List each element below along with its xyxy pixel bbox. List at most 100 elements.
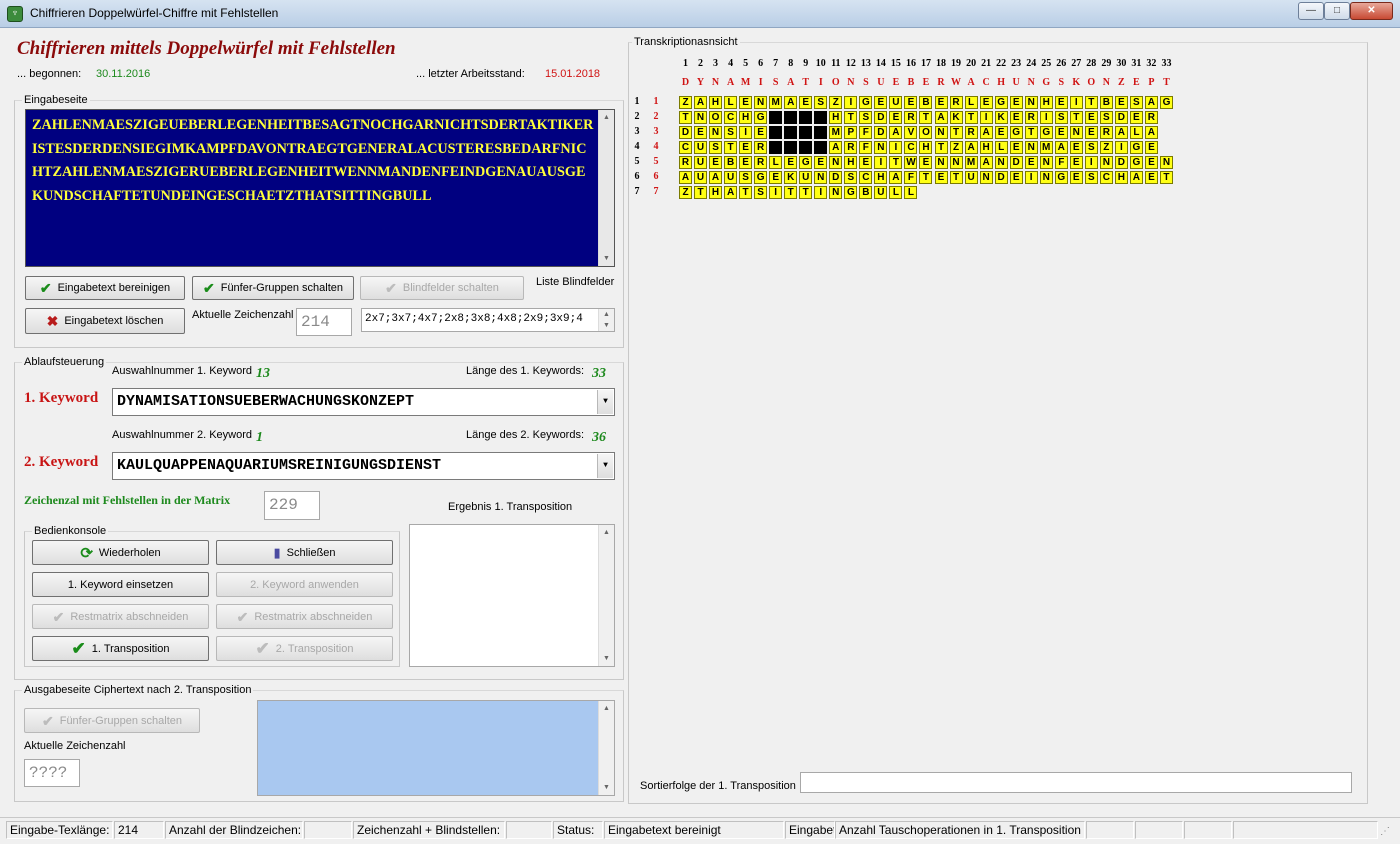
blind-cell [799, 111, 813, 124]
column-number: 4 [728, 58, 734, 69]
chevron-down-icon[interactable]: ▼ [597, 390, 613, 414]
close-button[interactable]: ▮ Schließen [216, 540, 393, 565]
matrix-cell: R [754, 141, 768, 154]
delete-icon: ✖ [46, 313, 59, 329]
matrix-cell: H [844, 156, 858, 169]
sort-order-label: Sortierfolge der 1. Transposition [640, 780, 796, 792]
apply-kw2-button[interactable]: 2. Keyword anwenden [216, 572, 393, 597]
matrix-cell: I [844, 96, 858, 109]
matrix-cell: D [874, 111, 888, 124]
column-number: 32 [1146, 58, 1157, 69]
matrix-cell: N [1159, 156, 1173, 169]
matrix-cell: A [709, 171, 723, 184]
cut-matrix2-label: Restmatrix abschneiden [254, 610, 373, 623]
keyword-letter: H [997, 77, 1006, 88]
column-number: 5 [743, 58, 749, 69]
ciphertext-output[interactable]: ▲ ▼ [257, 700, 615, 796]
matrix-cell: A [724, 186, 738, 199]
blind-cell [814, 111, 828, 124]
maximize-button[interactable]: □ [1324, 2, 1350, 20]
result-scrollbar[interactable]: ▲ ▼ [598, 525, 614, 666]
sort-order-field[interactable] [800, 772, 1352, 793]
transposition2-button[interactable]: ✔ 2. Transposition [216, 636, 393, 661]
matrix-cell: K [784, 171, 798, 184]
kw1-select[interactable]: DYNAMISATIONSUEBERWACHUNGSKONZEPT ▼ [112, 388, 615, 416]
matrix-cell: N [709, 126, 723, 139]
five-groups-button[interactable]: ✔ Fünfer-Gruppen schalten [192, 276, 354, 300]
matrix-cell: G [1129, 156, 1143, 169]
blind-list-field[interactable]: 2x7;3x7;4x7;2x8;3x8;4x8;2x9;3x9;4 ▲ ▼ [361, 308, 615, 332]
matrix-cell: A [784, 96, 798, 109]
matrix-cell: O [709, 111, 723, 124]
matrix-cell: R [949, 96, 963, 109]
matrix-cell: E [784, 156, 798, 169]
keyword-letter: E [1133, 77, 1140, 88]
input-scrollbar[interactable]: ▲ ▼ [598, 110, 614, 266]
status-sum-label: Zeichenzahl + Blindstellen: [353, 821, 505, 839]
repeat-button[interactable]: ⟳ Wiederholen [32, 540, 209, 565]
matrix-cell: I [814, 186, 828, 199]
blind-cell [814, 141, 828, 154]
status-panel-c [1184, 821, 1232, 839]
keyword-letter: T [802, 77, 810, 88]
output-scrollbar[interactable]: ▲ ▼ [598, 701, 614, 795]
blind-cell [769, 111, 783, 124]
chevron-down-icon[interactable]: ▼ [597, 454, 613, 478]
status-swaps-label: Anzahl Tauschoperationen in 1. Transposi… [835, 821, 1085, 839]
matrix-cell: I [889, 141, 903, 154]
keyword-letter: C [982, 77, 990, 88]
matrix-cell: T [1069, 111, 1083, 124]
matrix-cell: I [1084, 156, 1098, 169]
console-group-label: Bedienkonsole [32, 525, 109, 537]
matrix-cell: E [1024, 156, 1038, 169]
check-icon: ✔ [39, 280, 52, 296]
output-group-label: Ausgabeseite Ciphertext nach 2. Transpos… [22, 684, 254, 696]
output-five-groups-button[interactable]: ✔ Fünfer-Gruppen schalten [24, 708, 200, 733]
delete-input-button[interactable]: ✖ Eingabetext löschen [25, 308, 185, 334]
cut-matrix1-button[interactable]: ✔ Restmatrix abschneiden [32, 604, 209, 629]
matrix-cell: N [1069, 126, 1083, 139]
row-number: 6 [634, 171, 640, 182]
input-textarea[interactable]: ZAHLENMAESZIGEUEBERLEGENHEITBESAGTNOCHGA… [25, 109, 615, 267]
insert-kw1-button[interactable]: 1. Keyword einsetzen [32, 572, 209, 597]
matrix-cell: N [994, 156, 1008, 169]
matrix-cell: U [964, 171, 978, 184]
blind-list-label: Liste Blindfelder [536, 276, 615, 288]
transposition1-button[interactable]: ✔ 1. Transposition [32, 636, 209, 661]
blind-fields-button[interactable]: ✔ Blindfelder schalten [360, 276, 524, 300]
minimize-button[interactable]: — [1298, 2, 1324, 20]
resize-grip-icon[interactable]: ⋰ [1380, 826, 1390, 837]
matrix-cell: I [979, 111, 993, 124]
matrix-cell: N [934, 126, 948, 139]
matrix-cell: D [874, 126, 888, 139]
matrix-cell: S [709, 141, 723, 154]
check-icon: ✔ [255, 639, 270, 658]
matrix-cell: N [694, 111, 708, 124]
column-number: 17 [920, 58, 931, 69]
row-number: 5 [634, 156, 640, 167]
matrix-cell: Z [679, 96, 692, 109]
transposition1-label: 1. Transposition [91, 642, 170, 655]
cut-matrix2-button[interactable]: ✔ Restmatrix abschneiden [216, 604, 393, 629]
keyword-letter: B [907, 77, 915, 88]
kw2-select[interactable]: KAULQUAPPENAQUARIUMSREINIGUNGSDIENST ▼ [112, 452, 615, 480]
matrix-cell: D [1009, 156, 1023, 169]
matrix-cell: S [724, 126, 738, 139]
len2-label: Länge des 2. Keywords: [466, 429, 585, 441]
matrix-cell: P [844, 126, 858, 139]
matrix-cell: H [919, 141, 933, 154]
matrix-cell: H [829, 111, 843, 124]
matrix-cell: B [724, 156, 738, 169]
kw1-value: DYNAMISATIONSUEBERWACHUNGSKONZEPT [117, 393, 415, 410]
close-window-button[interactable]: ✕ [1350, 2, 1393, 20]
blind-list-scrollbar[interactable]: ▲ ▼ [598, 309, 614, 331]
keyword-letter: U [1012, 77, 1020, 88]
page-title: Chiffrieren mittels Doppelwürfel mit Feh… [17, 38, 396, 59]
keyword-letter: A [726, 77, 735, 88]
matrix-cell: G [859, 96, 873, 109]
result-textarea[interactable]: ▲ ▼ [409, 524, 615, 667]
matrix-cell: I [739, 126, 753, 139]
clean-input-button[interactable]: ✔ Eingabetext bereinigen [25, 276, 185, 300]
output-count-label: Aktuelle Zeichenzahl [24, 740, 126, 752]
matrix-cell: A [979, 126, 993, 139]
